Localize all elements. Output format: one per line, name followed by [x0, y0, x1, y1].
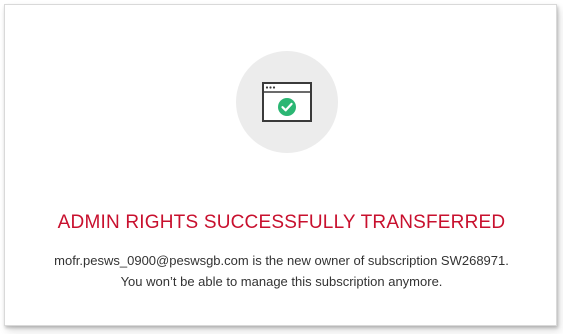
screen: ADMIN RIGHTS SUCCESSFULLY TRANSFERRED mo… [0, 0, 563, 334]
window-dot-icon [269, 86, 272, 89]
window-dot-icon [272, 86, 276, 89]
success-badge [236, 51, 338, 153]
window-dot-icon [265, 86, 269, 89]
manage-warning-message: You won’t be able to manage this subscri… [120, 274, 443, 289]
dialog-title: ADMIN RIGHTS SUCCESSFULLY TRANSFERRED [57, 212, 506, 233]
owner-message: mofr.pesws_0900@peswsgb.com is the new o… [54, 253, 509, 268]
confirmation-card: ADMIN RIGHTS SUCCESSFULLY TRANSFERRED mo… [4, 4, 557, 326]
browser-window-checkmark-icon [262, 82, 312, 122]
green-check-circle [278, 98, 296, 116]
